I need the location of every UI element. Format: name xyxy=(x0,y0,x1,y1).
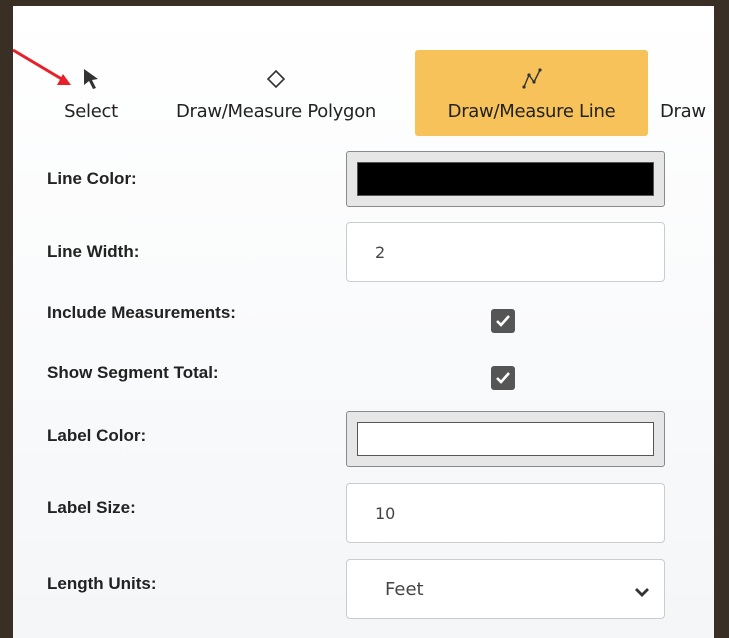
line-width-value: 2 xyxy=(375,242,386,262)
label-size-input[interactable]: 10 xyxy=(346,483,665,543)
line-width-label: Line Width: xyxy=(47,242,140,261)
draw-tool-panel: Select Draw/Measure Polygon Draw/Measure… xyxy=(13,6,714,638)
tool-draw-label: Draw xyxy=(660,101,706,122)
length-units-value: Feet xyxy=(385,578,424,600)
cursor-icon xyxy=(82,66,100,92)
tool-draw-measure-polygon[interactable]: Draw/Measure Polygon xyxy=(147,50,405,136)
tool-select[interactable]: Select xyxy=(57,50,125,136)
check-icon xyxy=(496,372,510,384)
show-segment-total-label: Show Segment Total: xyxy=(47,363,219,382)
label-size-value: 10 xyxy=(375,503,396,523)
include-measurements-checkbox[interactable] xyxy=(491,309,515,333)
chevron-down-icon xyxy=(634,582,650,603)
tool-draw-measure-line[interactable]: Draw/Measure Line xyxy=(415,50,648,136)
label-color-label: Label Color: xyxy=(47,426,147,445)
include-measurements-label: Include Measurements: xyxy=(47,303,236,322)
line-color-picker[interactable] xyxy=(346,151,665,207)
length-units-select[interactable]: Feet xyxy=(346,559,665,619)
show-segment-total-checkbox[interactable] xyxy=(491,366,515,390)
length-units-label: Length Units: xyxy=(47,574,157,593)
line-color-label: Line Color: xyxy=(47,169,137,188)
tool-line-label: Draw/Measure Line xyxy=(447,101,616,122)
tool-select-label: Select xyxy=(64,101,118,122)
label-color-swatch xyxy=(357,422,654,456)
label-size-label: Label Size: xyxy=(47,498,136,517)
check-icon xyxy=(496,315,510,327)
label-color-picker[interactable] xyxy=(346,411,665,467)
tool-polygon-label: Draw/Measure Polygon xyxy=(175,101,377,122)
line-width-input[interactable]: 2 xyxy=(346,222,665,282)
polygon-icon xyxy=(266,66,286,92)
polyline-icon xyxy=(521,66,543,92)
tool-draw[interactable]: Draw xyxy=(660,50,714,136)
line-color-swatch xyxy=(357,162,654,196)
